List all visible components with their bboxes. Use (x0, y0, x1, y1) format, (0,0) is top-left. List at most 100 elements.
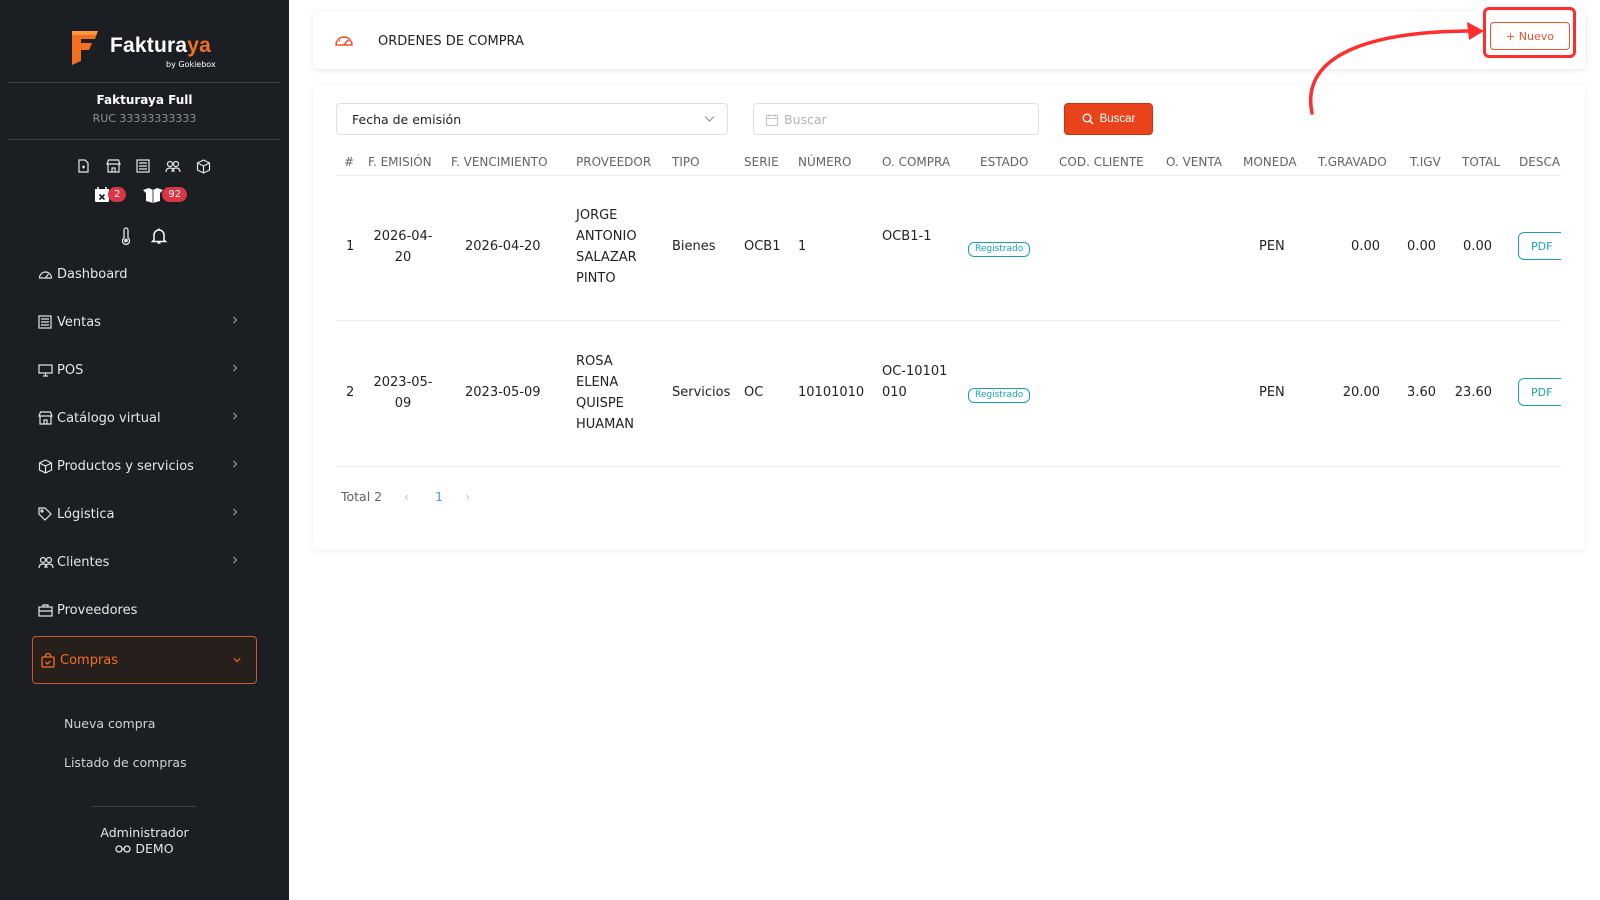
column-header: COD. CLIENTE (1059, 155, 1144, 169)
brand-name: Fakturaya (110, 34, 212, 57)
company-name: Fakturaya Full (96, 93, 193, 107)
status-badge: Registrado (968, 388, 1031, 403)
date-filter-select[interactable]: Fecha de emisión (336, 103, 728, 135)
column-header: O. VENTA (1166, 155, 1222, 169)
store-icon[interactable] (105, 158, 121, 174)
chevron-right-icon[interactable]: › (465, 489, 470, 504)
menu-item-label: Proveedores (57, 602, 138, 618)
cell-t-igv: 0.00 (1407, 239, 1436, 254)
logo-mark-icon (72, 31, 98, 65)
column-header: MONEDA (1243, 155, 1297, 169)
menu-item-compras[interactable]: Compras (32, 636, 257, 684)
divider (8, 82, 280, 83)
calendar-icon (766, 114, 778, 126)
glasses-icon (115, 845, 132, 853)
divider (92, 806, 196, 807)
cell-serie: OCB1 (744, 239, 781, 254)
calendar-alerts[interactable]: 2 (94, 186, 127, 203)
orders-table: # F. EMISIÓN F. VENCIMIENTO PROVEEDOR TI… (336, 146, 1561, 476)
page-number[interactable]: 1 (435, 489, 443, 504)
box-icon[interactable] (195, 158, 211, 174)
brand-logo[interactable]: Fakturaya by Gokiebox (68, 25, 228, 71)
calendar-badge-count: 2 (108, 187, 127, 202)
gauge-icon (335, 36, 353, 46)
chevron-right-icon (233, 316, 238, 324)
thermometer-icon[interactable] (120, 227, 132, 249)
user-info[interactable]: DEMO (0, 841, 289, 856)
menu-item-label: Productos y servicios (57, 458, 194, 474)
chevron-right-icon (233, 364, 238, 372)
search-button-label: Buscar (1099, 113, 1136, 125)
menu-item-ventas[interactable]: Ventas (38, 304, 248, 340)
cell-proveedor: JORGE ANTONIO SALAZAR PINTO (576, 208, 637, 286)
column-header: NÚMERO (798, 155, 852, 169)
column-header: # (344, 155, 355, 169)
column-header: F. EMISIÓN (368, 155, 432, 169)
menu-item-label: Clientes (57, 554, 110, 570)
chevron-right-icon (233, 412, 238, 420)
pagination: Total 2 ‹ 1 › (341, 489, 470, 504)
user-name: DEMO (135, 841, 174, 856)
column-header: TOTAL (1462, 155, 1501, 169)
search-button[interactable]: Buscar (1064, 103, 1153, 135)
column-header: T.GRAVADO (1318, 155, 1387, 169)
chevron-left-icon[interactable]: ‹ (404, 489, 409, 504)
cell-t-igv: 3.60 (1407, 385, 1436, 400)
menu-item-clientes[interactable]: Clientes (38, 544, 248, 580)
cell-total: 23.60 (1454, 385, 1492, 400)
pdf-download-button[interactable]: PDF (1518, 232, 1561, 260)
page-header: ORDENES DE COMPRA + Nuevo (313, 11, 1585, 69)
shopping-bag-icon (41, 652, 57, 668)
box-icon (38, 458, 54, 474)
column-header: DESCA (1519, 155, 1561, 169)
menu-item-pos[interactable]: POS (38, 352, 248, 388)
cell-index: 2 (346, 385, 355, 400)
chevron-right-icon (233, 460, 238, 468)
users-icon[interactable] (165, 158, 181, 174)
chevron-down-icon (704, 116, 715, 122)
page-title: ORDENES DE COMPRA (378, 34, 524, 49)
cell-total: 0.00 (1463, 239, 1492, 254)
cell-proveedor: ROSA ELENA QUISPE HUAMAN (576, 354, 635, 432)
tag-icon (38, 506, 54, 522)
chevron-down-icon (233, 658, 241, 663)
menu-item-label: Lógistica (57, 506, 115, 522)
brand-subtitle: by Gokiebox (166, 60, 216, 69)
stock-alerts[interactable]: 92 (142, 187, 188, 203)
document-icon[interactable] (75, 158, 91, 174)
boxes-icon (143, 187, 164, 203)
column-header: T.IGV (1410, 155, 1441, 169)
receipt-icon (38, 314, 54, 330)
gauge-icon (38, 266, 54, 282)
highlight-box (1483, 7, 1576, 58)
cell-vencimiento: 2023-05-09 (465, 385, 541, 400)
menu-item-productos-servicios[interactable]: Productos y servicios (38, 448, 248, 484)
list-icon[interactable] (135, 158, 151, 174)
monitor-icon (38, 362, 54, 378)
cell-tipo: Bienes (672, 239, 716, 254)
submenu-nueva-compra[interactable]: Nueva compra (64, 716, 155, 731)
cell-emision: 2026-04-20 (373, 229, 433, 265)
utility-icons (120, 227, 168, 249)
cell-moneda: PEN (1259, 385, 1285, 400)
submenu-listado-compras[interactable]: Listado de compras (64, 755, 187, 770)
users-icon (38, 554, 54, 570)
bell-icon[interactable] (150, 227, 168, 249)
divider (8, 139, 280, 140)
menu-item-label: Dashboard (57, 266, 128, 282)
chevron-right-icon (233, 508, 238, 516)
pdf-download-button[interactable]: PDF (1518, 378, 1561, 406)
column-header: ESTADO (980, 155, 1029, 169)
menu-item-logistica[interactable]: Lógistica (38, 496, 248, 532)
menu-item-proveedores[interactable]: Proveedores (38, 592, 248, 628)
cell-moneda: PEN (1259, 239, 1285, 254)
menu-item-catalogo-virtual[interactable]: Catálogo virtual (38, 400, 248, 436)
search-input[interactable]: Buscar (753, 103, 1039, 135)
column-header: SERIE (744, 155, 779, 169)
column-header: F. VENCIMIENTO (451, 155, 548, 169)
notification-badges: 2 92 (94, 186, 188, 203)
select-value: Fecha de emisión (352, 111, 462, 127)
quick-access-bar (75, 158, 211, 174)
menu-item-dashboard[interactable]: Dashboard (38, 256, 248, 292)
cell-orden-compra: OCB1-1 (882, 229, 932, 244)
